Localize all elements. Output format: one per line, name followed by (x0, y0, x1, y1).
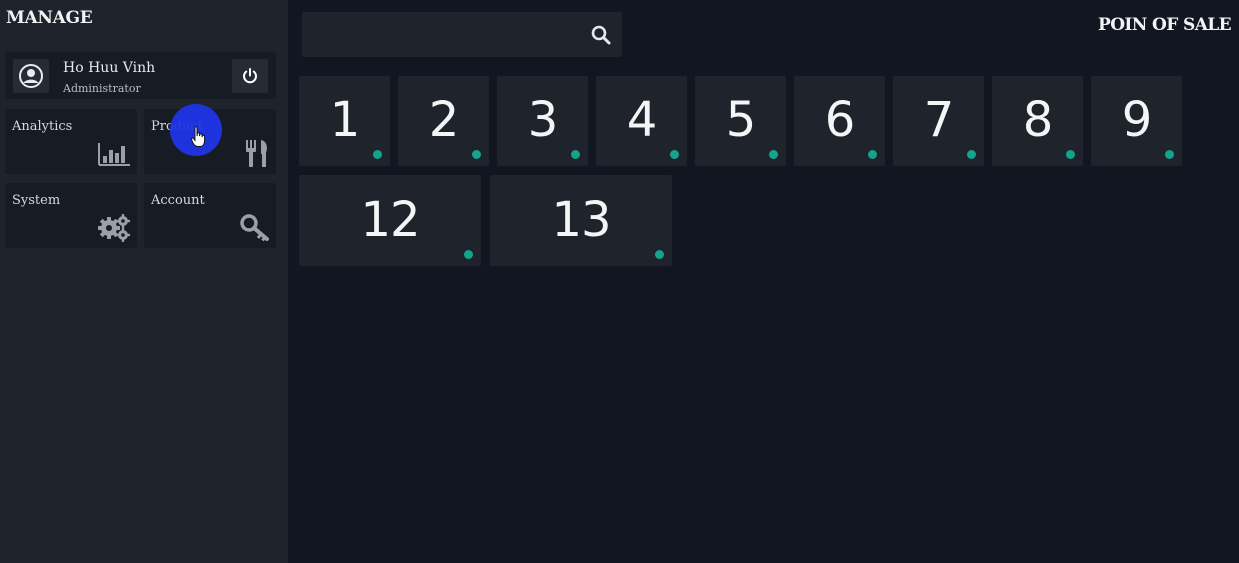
system-label: System (12, 193, 61, 208)
table-status-dot (868, 150, 877, 159)
user-name: Ho Huu Vinh (63, 60, 156, 76)
table-card-2[interactable]: 2 (398, 76, 489, 166)
table-card-7[interactable]: 7 (893, 76, 984, 166)
key-icon (240, 214, 269, 242)
hand-cursor-icon (191, 126, 205, 147)
table-status-dot (464, 250, 473, 259)
app-window: MANAGE Ho Huu Vinh Administrator Analyti… (0, 0, 1239, 563)
sidebar: MANAGE Ho Huu Vinh Administrator Analyti… (0, 0, 288, 563)
account-label: Account (151, 193, 205, 208)
table-number: 1 (329, 91, 361, 148)
table-number: 8 (1022, 91, 1054, 148)
table-status-dot (967, 150, 976, 159)
table-card-6[interactable]: 6 (794, 76, 885, 166)
table-card-5[interactable]: 5 (695, 76, 786, 166)
fork-knife-icon (246, 140, 267, 167)
search-icon (591, 25, 611, 45)
table-card-8[interactable]: 8 (992, 76, 1083, 166)
sidebar-title: MANAGE (6, 8, 93, 28)
table-number: 4 (626, 91, 658, 148)
bar-chart-icon (98, 143, 130, 166)
table-number: 9 (1121, 91, 1153, 148)
power-icon (243, 68, 257, 84)
table-status-dot (1165, 150, 1174, 159)
user-card: Ho Huu Vinh Administrator (5, 52, 276, 99)
table-number: 3 (527, 91, 559, 148)
table-number: 5 (725, 91, 757, 148)
table-status-dot (571, 150, 580, 159)
table-number: 13 (551, 191, 611, 248)
search-button[interactable] (590, 24, 612, 46)
table-card-1[interactable]: 1 (299, 76, 390, 166)
table-card-12[interactable]: 12 (299, 175, 481, 266)
logout-button[interactable] (232, 59, 268, 93)
app-title: POIN OF SALE (1098, 15, 1232, 35)
table-status-dot (472, 150, 481, 159)
table-status-dot (1066, 150, 1075, 159)
system-tile[interactable]: System (5, 183, 137, 248)
table-card-4[interactable]: 4 (596, 76, 687, 166)
table-number: 7 (923, 91, 955, 148)
table-status-dot (670, 150, 679, 159)
account-tile[interactable]: Account (144, 183, 276, 248)
table-number: 2 (428, 91, 460, 148)
gears-icon (98, 214, 130, 242)
search-input[interactable] (302, 12, 582, 57)
table-card-13[interactable]: 13 (490, 175, 672, 266)
analytics-label: Analytics (12, 119, 73, 134)
user-role: Administrator (63, 82, 141, 95)
table-number: 12 (360, 191, 420, 248)
analytics-tile[interactable]: Analytics (5, 109, 137, 174)
search-box (302, 12, 622, 57)
table-card-3[interactable]: 3 (497, 76, 588, 166)
table-number: 6 (824, 91, 856, 148)
table-card-9[interactable]: 9 (1091, 76, 1182, 166)
table-status-dot (655, 250, 664, 259)
user-circle-icon (13, 59, 49, 93)
table-status-dot (373, 150, 382, 159)
table-status-dot (769, 150, 778, 159)
